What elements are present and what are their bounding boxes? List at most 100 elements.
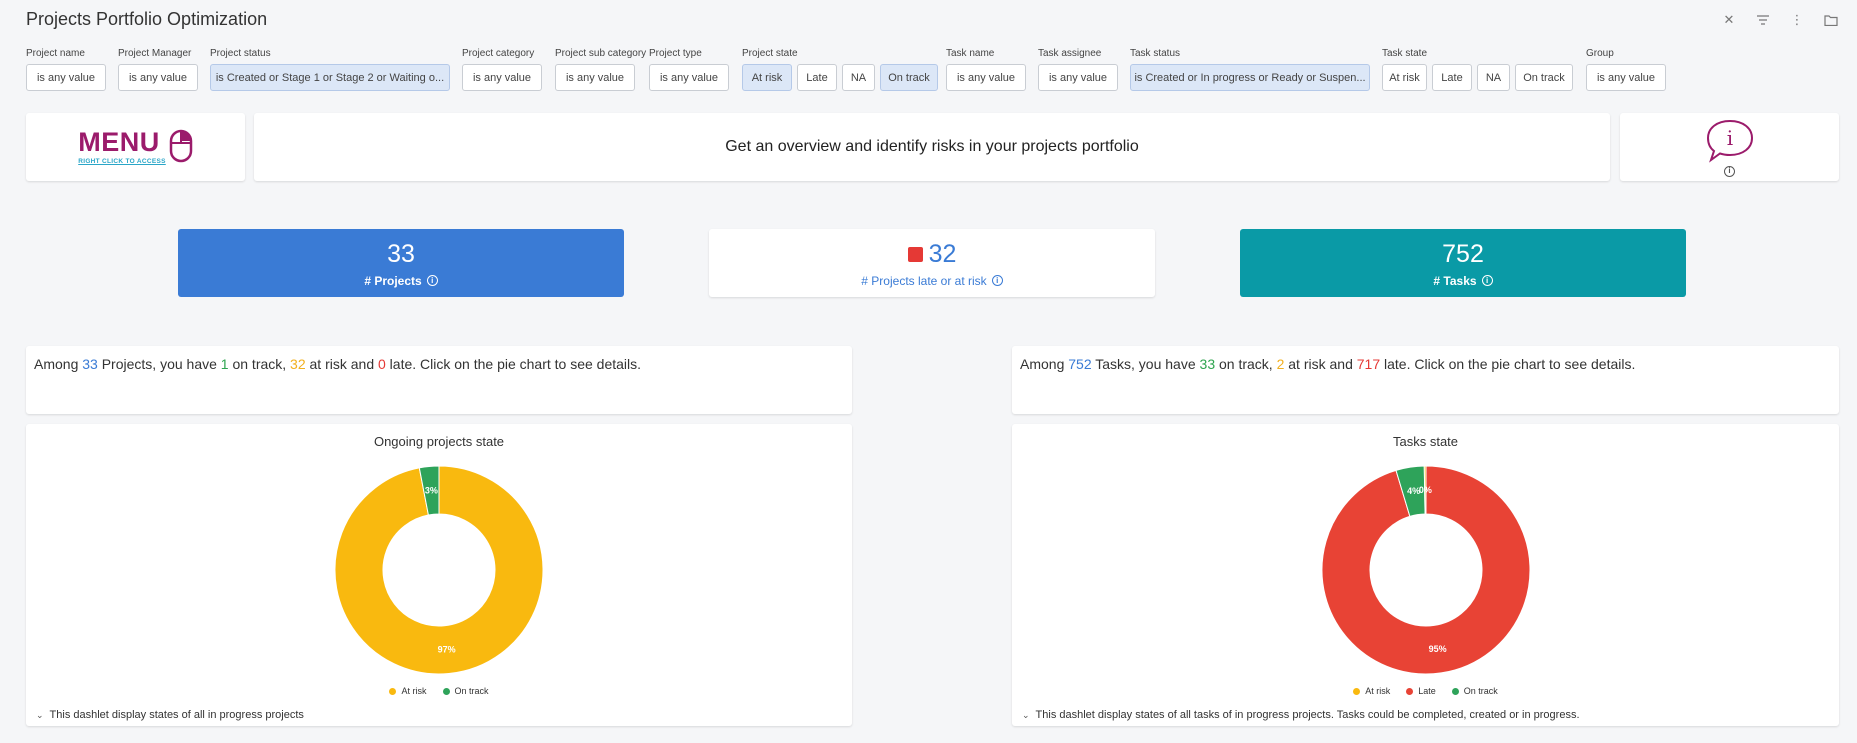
legend-item-at-risk[interactable]: At risk bbox=[389, 686, 427, 696]
chart-legend: At risk On track bbox=[26, 686, 852, 696]
filter-label: Project sub category bbox=[555, 48, 647, 59]
filter-label: Task assignee bbox=[1038, 48, 1102, 59]
legend-item-late[interactable]: Late bbox=[1406, 686, 1436, 696]
summary-text: on track, bbox=[1215, 356, 1277, 372]
overview-text: Get an overview and identify risks in yo… bbox=[725, 138, 1139, 155]
filter-label: Project type bbox=[649, 48, 702, 59]
filter-label: Project name bbox=[26, 48, 85, 59]
chart-footnote-toggle[interactable]: ⌄ This dashlet display states of all in p… bbox=[36, 709, 304, 721]
chart-title: Tasks state bbox=[1392, 434, 1459, 449]
kpi-tasks[interactable]: 752 # Tasks i bbox=[1240, 229, 1686, 297]
summary-text: at risk and bbox=[305, 356, 378, 372]
state-chip-late[interactable]: Late bbox=[797, 64, 837, 91]
filter-chip[interactable]: is any value bbox=[118, 64, 198, 91]
menu-subtitle: RIGHT CLICK TO ACCESS bbox=[78, 158, 166, 165]
filter-chip[interactable]: is any value bbox=[26, 64, 106, 91]
summary-total: 752 bbox=[1068, 356, 1092, 372]
page-title: Projects Portfolio Optimization bbox=[26, 9, 268, 29]
legend-label: At risk bbox=[401, 686, 427, 696]
filter-project-name: Project name is any value bbox=[26, 48, 106, 91]
chart-footnote-toggle[interactable]: ⌄ This dashlet display states of all task… bbox=[1022, 709, 1580, 721]
filter-chip[interactable]: is Created or In progress or Ready or Su… bbox=[1130, 64, 1370, 91]
legend-dot bbox=[1406, 687, 1414, 695]
summary-text: late. Click on the pie chart to see deta… bbox=[385, 356, 642, 372]
summary-on-track: 33 bbox=[1199, 356, 1216, 372]
filter-chip[interactable]: is Created or Stage 1 or Stage 2 or Wait… bbox=[210, 64, 450, 91]
legend-dot bbox=[1353, 687, 1361, 695]
task-state-chip-on-track[interactable]: On track bbox=[1515, 64, 1573, 91]
filter-label: Task state bbox=[1382, 48, 1428, 59]
filter-icon[interactable] bbox=[1755, 12, 1771, 28]
more-vert-icon[interactable]: ⋮ bbox=[1789, 12, 1805, 28]
filter-chip[interactable]: is any value bbox=[649, 64, 729, 91]
legend-item-on-track[interactable]: On track bbox=[442, 686, 489, 696]
chart-title: Ongoing projects state bbox=[373, 434, 505, 449]
filter-label: Project status bbox=[210, 48, 271, 59]
kpi-projects-value: 33 bbox=[387, 239, 415, 268]
state-chip-na[interactable]: NA bbox=[842, 64, 875, 91]
tasks-summary: Among 752 Tasks, you have 33 on track, 2… bbox=[1012, 346, 1839, 414]
kpi-projects-label: # Projects bbox=[364, 273, 422, 288]
top-toolbar: ✕ ⋮ bbox=[1721, 12, 1839, 28]
info-icon[interactable]: i bbox=[1481, 275, 1493, 286]
state-chip-at-risk[interactable]: At risk bbox=[742, 64, 792, 91]
filter-chip[interactable]: is any value bbox=[1038, 64, 1118, 91]
filter-project-sub-category: Project sub category is any value bbox=[555, 48, 646, 91]
tasks-state-chart-card: Tasks state 95% 4% 0% At risk Late On trac… bbox=[1012, 424, 1839, 726]
summary-text: Tasks, you have bbox=[1091, 356, 1200, 372]
tasks-donut-chart[interactable]: 95%4%0% bbox=[1320, 464, 1532, 676]
filter-project-state: Project state At risk Late NA On track bbox=[742, 48, 938, 91]
info-icon[interactable]: i bbox=[426, 275, 438, 286]
legend-dot bbox=[389, 687, 397, 695]
info-card[interactable]: i i bbox=[1620, 113, 1839, 181]
filter-chip[interactable]: is any value bbox=[555, 64, 635, 91]
filter-group: Group is any value bbox=[1586, 48, 1666, 91]
folder-icon[interactable] bbox=[1823, 12, 1839, 28]
info-icon[interactable]: i bbox=[1724, 165, 1735, 177]
task-state-chip-late[interactable]: Late bbox=[1432, 64, 1472, 91]
pie-slice-label: 95% bbox=[1428, 644, 1446, 654]
filter-label: Project category bbox=[462, 48, 535, 59]
menu-logo: MENU RIGHT CLICK TO ACCESS bbox=[78, 129, 193, 165]
summary-text: at risk and bbox=[1284, 356, 1357, 372]
filter-task-state: Task state At risk Late NA On track bbox=[1382, 48, 1573, 91]
summary-late: 717 bbox=[1356, 356, 1381, 372]
kpi-tasks-label: # Tasks bbox=[1433, 273, 1477, 288]
filter-project-type: Project type is any value bbox=[649, 48, 729, 91]
summary-text: Among bbox=[1020, 356, 1069, 372]
filter-project-status: Project status is Created or Stage 1 or … bbox=[210, 48, 450, 91]
info-icon[interactable]: i bbox=[991, 275, 1003, 286]
legend-item-at-risk[interactable]: At risk bbox=[1353, 686, 1390, 696]
filter-label: Project Manager bbox=[118, 48, 192, 59]
svg-text:i: i bbox=[1726, 126, 1732, 150]
filter-chip[interactable]: is any value bbox=[1586, 64, 1666, 91]
pie-slice-label: 3% bbox=[425, 485, 438, 495]
task-state-chip-na[interactable]: NA bbox=[1477, 64, 1510, 91]
filter-chip[interactable]: is any value bbox=[946, 64, 1026, 91]
filter-label: Group bbox=[1586, 48, 1614, 59]
chart-footnote: This dashlet display states of all in pr… bbox=[49, 709, 304, 721]
red-square-icon bbox=[907, 247, 923, 263]
close-icon[interactable]: ✕ bbox=[1721, 12, 1737, 28]
legend-item-on-track[interactable]: On track bbox=[1451, 686, 1498, 696]
projects-donut-chart[interactable]: 97% 3% bbox=[333, 464, 545, 676]
projects-summary: Among 33 Projects, you have 1 on track, … bbox=[26, 346, 852, 414]
legend-label: At risk bbox=[1365, 686, 1391, 696]
task-state-chip-at-risk[interactable]: At risk bbox=[1382, 64, 1427, 91]
overview-card: Get an overview and identify risks in yo… bbox=[254, 113, 1610, 181]
summary-text: Among bbox=[34, 356, 83, 372]
summary-at-risk: 32 bbox=[290, 356, 306, 372]
chevron-down-icon: ⌄ bbox=[36, 709, 44, 720]
kpi-projects[interactable]: 33 # Projects i bbox=[178, 229, 624, 297]
kpi-tasks-value: 752 bbox=[1442, 239, 1484, 268]
chart-footnote: This dashlet display states of all tasks… bbox=[1035, 709, 1580, 721]
state-chip-on-track[interactable]: On track bbox=[880, 64, 938, 91]
filter-chip[interactable]: is any value bbox=[462, 64, 542, 91]
mouse-icon bbox=[169, 129, 193, 163]
summary-text: late. Click on the pie chart to see deta… bbox=[1380, 356, 1636, 372]
filter-project-manager: Project Manager is any value bbox=[118, 48, 198, 91]
kpi-projects-late[interactable]: 32 # Projects late or at risk i bbox=[709, 229, 1155, 297]
summary-on-track: 1 bbox=[220, 356, 229, 372]
menu-card[interactable]: MENU RIGHT CLICK TO ACCESS bbox=[26, 113, 245, 181]
filter-task-name: Task name is any value bbox=[946, 48, 1026, 91]
